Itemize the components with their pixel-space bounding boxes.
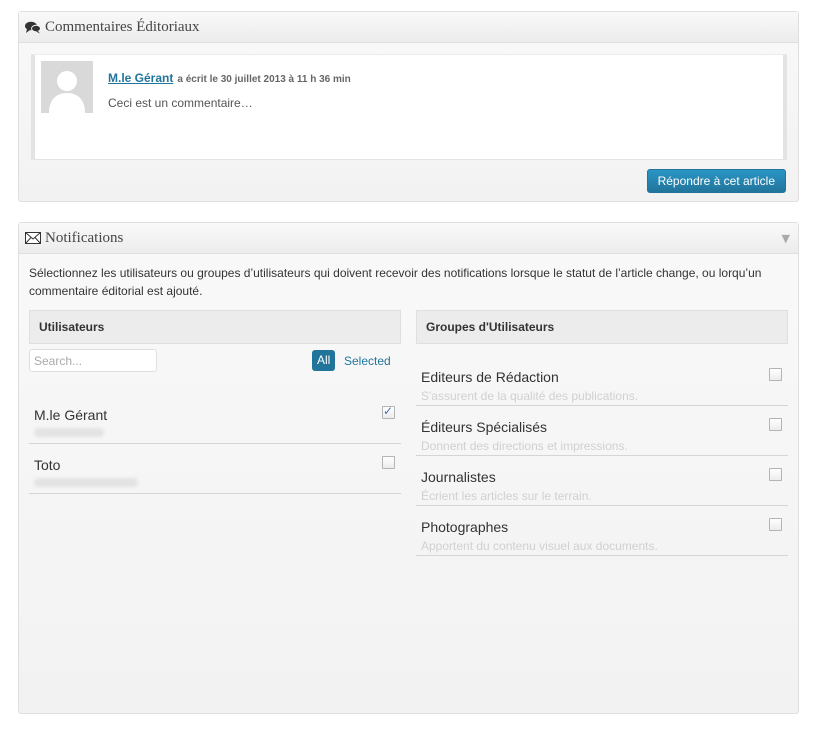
comment-author-link[interactable]: M.le Gérant <box>108 71 173 85</box>
groups-header: Groupes d'Utilisateurs <box>416 310 788 344</box>
comment-text: Ceci est un commentaire… <box>108 96 253 110</box>
notifications-header[interactable]: Notifications ▼ <box>19 223 798 254</box>
user-name: M.le Gérant <box>34 407 108 423</box>
user-email-redacted <box>34 428 104 437</box>
group-description: Donnent des directions et impressions. <box>421 439 628 453</box>
groups-list: Editeurs de Rédaction S'assurent de la q… <box>416 356 788 556</box>
list-item[interactable]: Editeurs de Rédaction S'assurent de la q… <box>416 356 788 406</box>
editorial-comments-box: Commentaires Éditoriaux M.le Gérant a écr… <box>18 11 799 202</box>
avatar <box>41 61 93 113</box>
list-item[interactable]: Photographes Apportent du contenu visuel… <box>416 506 788 556</box>
group-checkbox[interactable] <box>769 368 782 381</box>
group-name: Journalistes <box>421 469 496 485</box>
users-toolbar: All Selected <box>29 344 401 382</box>
comment-date: a écrit le 30 juillet 2013 à 11 h 36 min <box>177 74 351 85</box>
group-checkbox[interactable] <box>769 468 782 481</box>
group-name: Éditeurs Spécialisés <box>421 419 548 435</box>
notifications-box: Notifications ▼ Sélectionnez les utilisa… <box>18 222 799 714</box>
envelope-icon <box>25 231 41 245</box>
users-header: Utilisateurs <box>29 310 401 344</box>
group-description: Écrient les articles sur le terrain. <box>421 489 592 503</box>
group-description: S'assurent de la qualité des publication… <box>421 389 639 403</box>
user-checkbox[interactable] <box>382 456 395 469</box>
group-description: Apportent du contenu visuel aux document… <box>421 539 658 553</box>
editorial-comments-header[interactable]: Commentaires Éditoriaux <box>19 12 798 43</box>
group-checkbox[interactable] <box>769 418 782 431</box>
group-name: Editeurs de Rédaction <box>421 369 559 385</box>
editorial-comments-title: Commentaires Éditoriaux <box>45 18 200 35</box>
triangle-down-icon[interactable]: ▼ <box>782 232 790 245</box>
list-item[interactable]: M.le Gérant <box>29 394 401 444</box>
group-name: Photographes <box>421 519 509 535</box>
user-checkbox[interactable] <box>382 404 395 419</box>
comment-meta: M.le Gérant a écrit le 30 juillet 2013 à … <box>108 71 351 85</box>
user-name: Toto <box>34 457 61 473</box>
groups-column: Groupes d'Utilisateurs Editeurs de Rédac… <box>416 310 788 556</box>
group-checkbox[interactable] <box>769 518 782 531</box>
user-email-redacted <box>34 478 138 487</box>
notifications-title: Notifications <box>45 229 124 246</box>
users-search-input[interactable] <box>29 349 157 372</box>
list-item[interactable]: Toto <box>29 444 401 494</box>
notifications-description: Sélectionnez les utilisateurs ou groupes… <box>29 266 762 298</box>
speech-bubbles-icon <box>25 20 41 34</box>
reply-button[interactable]: Répondre à cet article <box>646 169 786 193</box>
comment: M.le Gérant a écrit le 30 juillet 2013 à … <box>31 54 787 160</box>
list-item[interactable]: Éditeurs Spécialisés Donnent des directi… <box>416 406 788 456</box>
filter-all-button[interactable]: All <box>312 350 336 371</box>
list-item[interactable]: Journalistes Écrient les articles sur le… <box>416 456 788 506</box>
users-column: Utilisateurs All Selected M.le Gérant To… <box>29 310 401 494</box>
users-list: M.le Gérant Toto <box>29 394 401 494</box>
filter-selected-link[interactable]: Selected <box>344 354 391 368</box>
